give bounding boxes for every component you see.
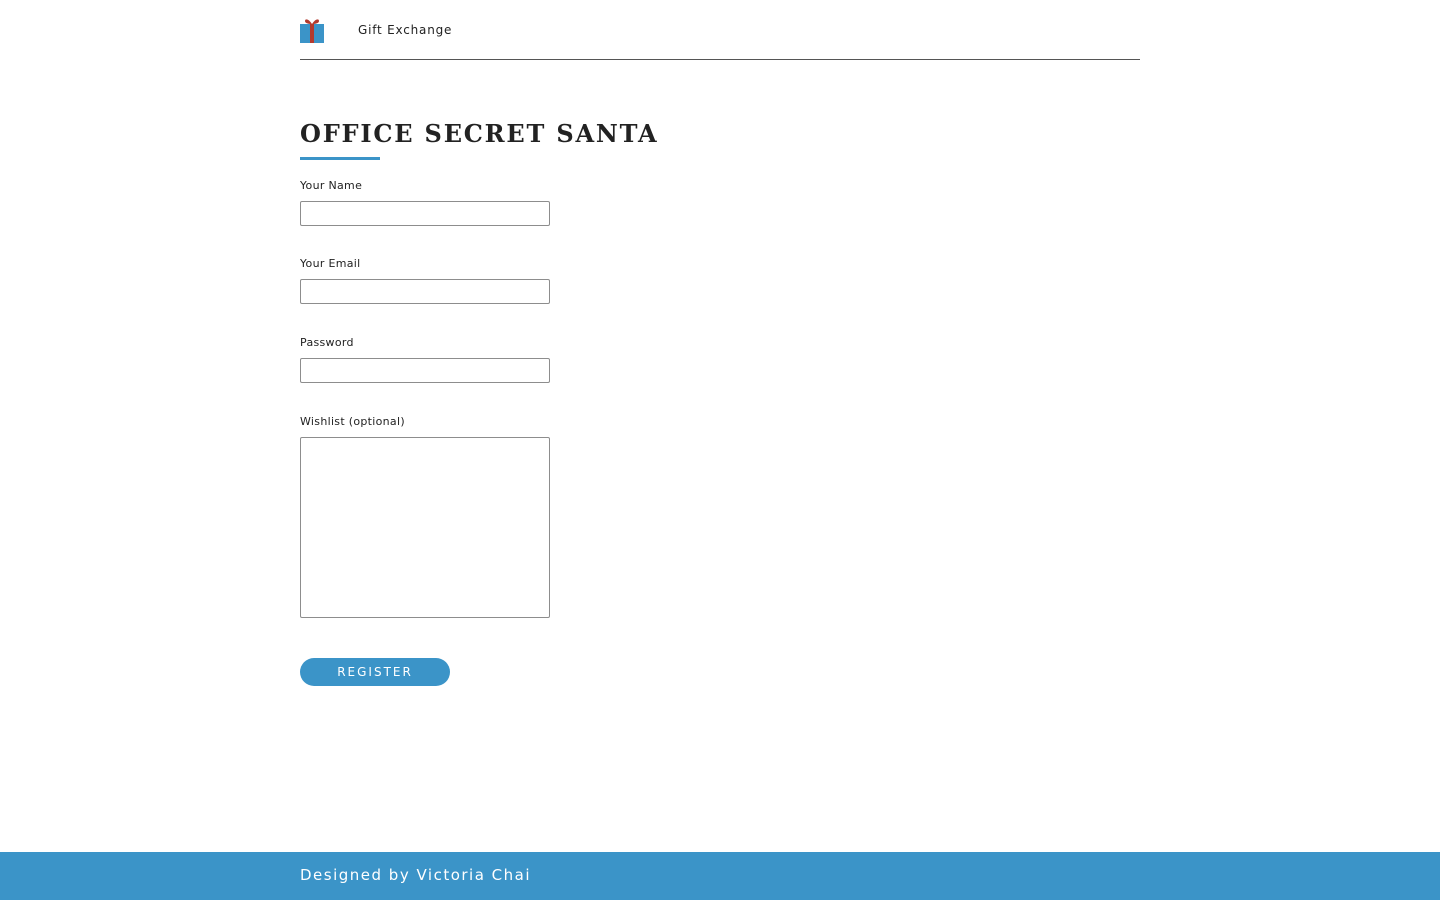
page: Gift Exchange OFFICE SECRET SANTA Your N…: [0, 0, 1440, 900]
footer-credit: Designed by Victoria Chai: [300, 866, 532, 884]
site-header: Gift Exchange: [300, 0, 1140, 60]
email-label: Your Email: [300, 257, 361, 270]
site-footer: Designed by Victoria Chai: [0, 852, 1440, 900]
name-input[interactable]: [300, 201, 550, 226]
name-label: Your Name: [300, 179, 363, 192]
email-input[interactable]: [300, 279, 550, 304]
title-underline: [300, 157, 380, 160]
gift-icon[interactable]: [300, 17, 324, 43]
password-label: Password: [300, 336, 354, 349]
register-button[interactable]: REGISTER: [300, 658, 450, 686]
gift-icon-graphic: [300, 19, 324, 43]
wishlist-textarea[interactable]: [300, 437, 550, 618]
password-input[interactable]: [300, 358, 550, 383]
wishlist-label: Wishlist (optional): [300, 415, 405, 428]
page-title: OFFICE SECRET SANTA: [300, 119, 659, 148]
brand-name[interactable]: Gift Exchange: [358, 23, 452, 37]
